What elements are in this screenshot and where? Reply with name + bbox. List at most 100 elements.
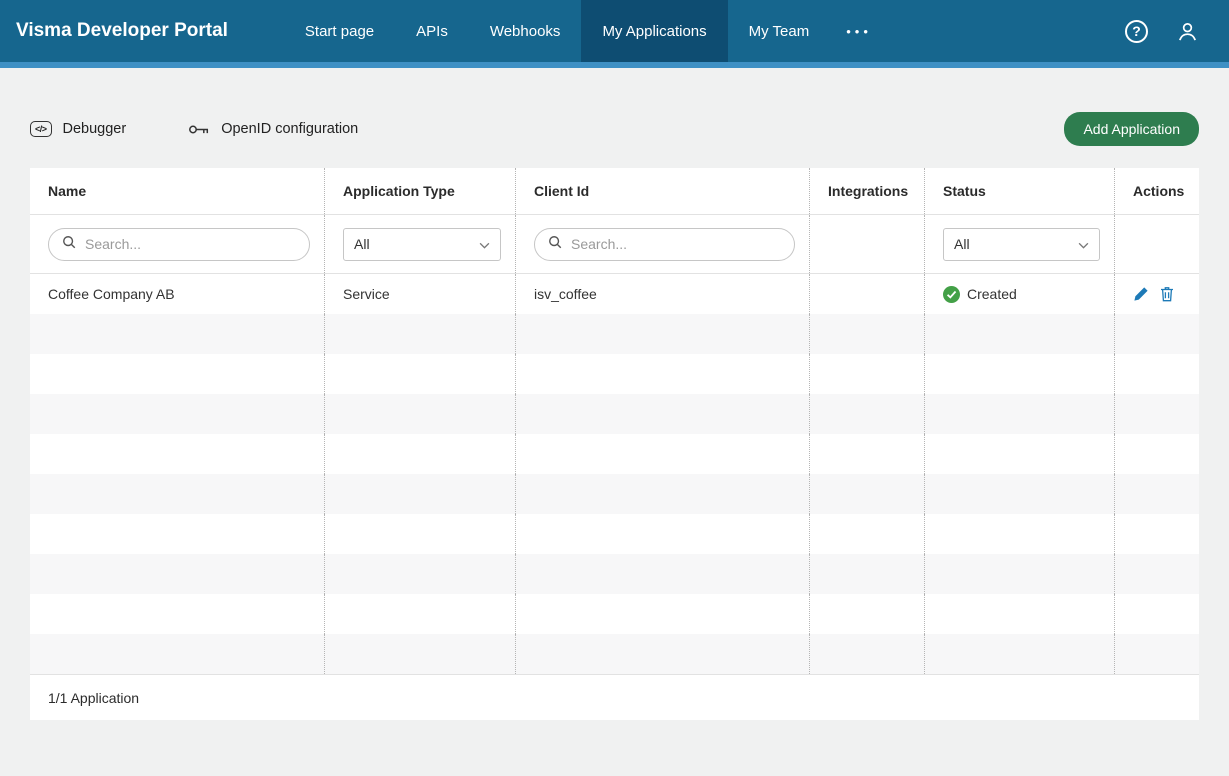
- page-content: </> Debugger OpenID configuration Add Ap…: [0, 112, 1229, 720]
- brand-title: Visma Developer Portal: [0, 20, 228, 42]
- empty-cell: [516, 394, 810, 434]
- application-type-select[interactable]: All: [343, 228, 501, 261]
- empty-cell: [30, 514, 325, 554]
- empty-cell: [30, 474, 325, 514]
- empty-cell: [1115, 474, 1199, 514]
- empty-cell: [925, 514, 1115, 554]
- empty-cell: [325, 594, 516, 634]
- chevron-down-icon: [479, 236, 490, 252]
- nav-my-team[interactable]: My Team: [728, 0, 831, 62]
- name-search-box: [48, 228, 310, 261]
- name-search-input[interactable]: [85, 236, 296, 252]
- empty-cell: [1115, 634, 1199, 674]
- actions-filter-cell: [1115, 215, 1199, 273]
- nav-apis[interactable]: APIs: [395, 0, 469, 62]
- empty-cell: [810, 474, 925, 514]
- empty-cell: [30, 314, 325, 354]
- clientid-filter-cell: [516, 215, 810, 273]
- empty-cell: [810, 394, 925, 434]
- empty-cell: [325, 474, 516, 514]
- table-row-empty: [30, 474, 1199, 514]
- empty-cell: [810, 354, 925, 394]
- table-row-empty: [30, 354, 1199, 394]
- debugger-link[interactable]: </> Debugger: [30, 121, 126, 137]
- cell-client-id: isv_coffee: [516, 274, 810, 314]
- cell-name: Coffee Company AB: [30, 274, 325, 314]
- empty-cell: [925, 554, 1115, 594]
- application-type-select-value: All: [354, 236, 370, 252]
- empty-cell: [1115, 554, 1199, 594]
- search-icon: [548, 235, 562, 254]
- empty-cell: [516, 354, 810, 394]
- empty-cell: [925, 474, 1115, 514]
- empty-cell: [925, 434, 1115, 474]
- empty-cell: [325, 314, 516, 354]
- empty-cell: [810, 514, 925, 554]
- check-circle-icon: [943, 286, 960, 303]
- nav-more-icon[interactable]: •••: [830, 0, 888, 62]
- column-header-actions: Actions: [1115, 168, 1199, 214]
- integrations-filter-cell: [810, 215, 925, 273]
- empty-cell: [325, 434, 516, 474]
- table-row-empty: [30, 394, 1199, 434]
- empty-cell: [925, 594, 1115, 634]
- delete-button[interactable]: [1160, 286, 1174, 302]
- empty-cell: [1115, 594, 1199, 634]
- empty-cell: [30, 634, 325, 674]
- empty-cell: [30, 434, 325, 474]
- empty-cell: [925, 314, 1115, 354]
- applications-table: Name Application Type Client Id Integrat…: [30, 168, 1199, 720]
- empty-cell: [925, 634, 1115, 674]
- empty-cell: [1115, 434, 1199, 474]
- clientid-search-input[interactable]: [571, 236, 781, 252]
- user-profile-icon[interactable]: [1176, 20, 1199, 43]
- main-nav: Start page APIs Webhooks My Applications…: [284, 0, 888, 62]
- empty-cell: [810, 434, 925, 474]
- edit-button[interactable]: [1133, 286, 1149, 302]
- nav-webhooks[interactable]: Webhooks: [469, 0, 582, 62]
- column-header-status: Status: [925, 168, 1115, 214]
- empty-cell: [516, 634, 810, 674]
- search-icon: [62, 235, 76, 254]
- table-row[interactable]: Coffee Company AB Service isv_coffee Cre…: [30, 274, 1199, 314]
- cell-status: Created: [925, 274, 1115, 314]
- toolbar: </> Debugger OpenID configuration Add Ap…: [30, 112, 1199, 146]
- table-footer: 1/1 Application: [30, 674, 1199, 720]
- empty-cell: [516, 594, 810, 634]
- empty-cell: [1115, 314, 1199, 354]
- debugger-icon: </>: [30, 121, 52, 137]
- table-row-empty: [30, 594, 1199, 634]
- trash-icon: [1160, 286, 1174, 302]
- status-select[interactable]: All: [943, 228, 1100, 261]
- cell-actions: [1115, 274, 1199, 314]
- empty-cell: [810, 554, 925, 594]
- empty-cell: [516, 474, 810, 514]
- nav-start-page[interactable]: Start page: [284, 0, 395, 62]
- empty-cell: [325, 634, 516, 674]
- key-icon: [188, 122, 210, 137]
- status-select-value: All: [954, 236, 970, 252]
- table-filter-row: All: [30, 215, 1199, 274]
- cell-application-type: Service: [325, 274, 516, 314]
- empty-cell: [1115, 354, 1199, 394]
- name-filter-cell: [30, 215, 325, 273]
- table-row-empty: [30, 634, 1199, 674]
- nav-my-applications[interactable]: My Applications: [581, 0, 727, 62]
- clientid-search-box: [534, 228, 795, 261]
- column-header-client-id: Client Id: [516, 168, 810, 214]
- empty-cell: [516, 514, 810, 554]
- table-body: Coffee Company AB Service isv_coffee Cre…: [30, 274, 1199, 674]
- empty-cell: [516, 434, 810, 474]
- navbar-accent-strip: [0, 62, 1229, 68]
- openid-configuration-link[interactable]: OpenID configuration: [188, 121, 358, 137]
- column-header-integrations: Integrations: [810, 168, 925, 214]
- empty-cell: [810, 594, 925, 634]
- column-header-name: Name: [30, 168, 325, 214]
- empty-cell: [516, 554, 810, 594]
- help-icon[interactable]: ?: [1125, 20, 1148, 43]
- pencil-icon: [1133, 286, 1149, 302]
- empty-cell: [325, 554, 516, 594]
- add-application-button[interactable]: Add Application: [1064, 112, 1199, 146]
- empty-cell: [1115, 514, 1199, 554]
- cell-integrations: [810, 274, 925, 314]
